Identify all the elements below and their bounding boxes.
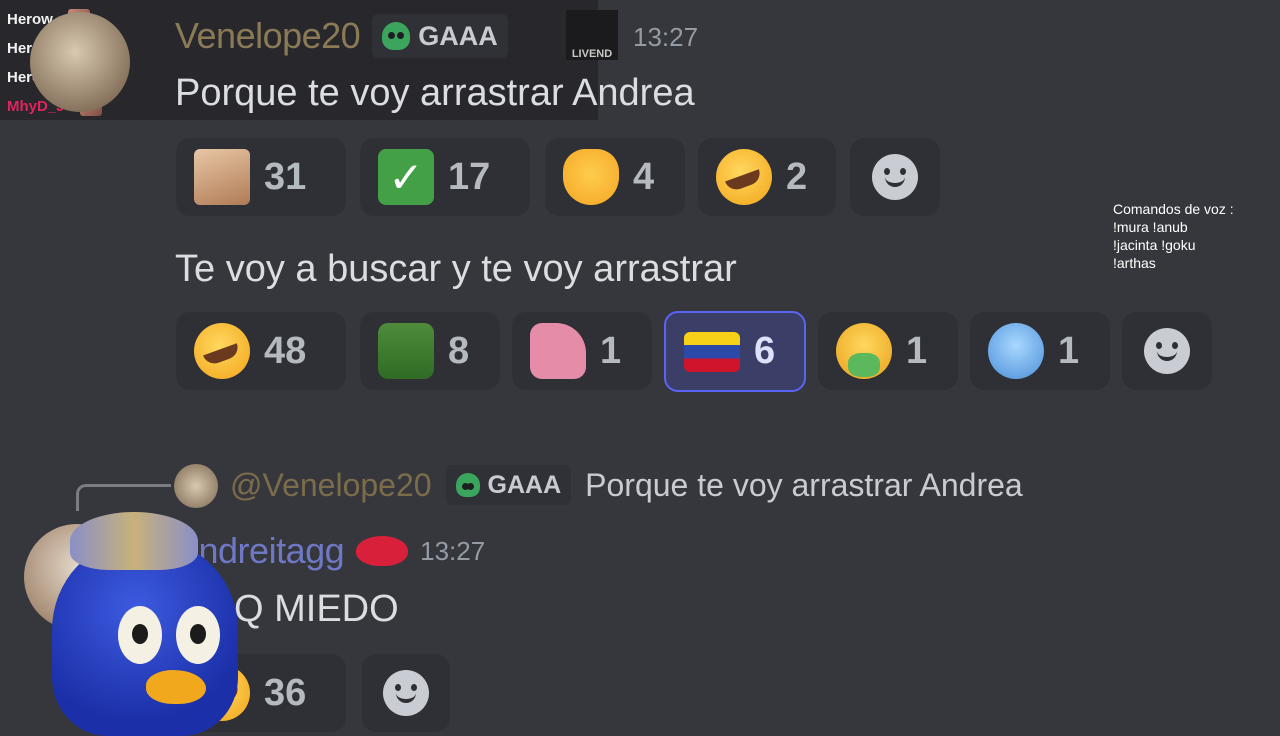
badge-icon: LIVEND [566, 10, 618, 60]
add-reaction-button[interactable] [1122, 312, 1212, 390]
venezuela-flag-icon [684, 331, 740, 372]
rofl-emoji-icon [194, 323, 250, 379]
smiley-icon [872, 154, 918, 200]
reaction-count: 1 [1058, 329, 1080, 372]
message-text: Te voy a buscar y te voy arrastrar [175, 248, 737, 290]
penguin-pupil [132, 624, 148, 644]
reaction-count: 48 [264, 329, 307, 372]
reaction-count: 6 [754, 330, 776, 372]
frog-emoji-icon [378, 323, 434, 379]
vomit-emoji-icon [836, 323, 892, 379]
pig-emoji-icon [530, 323, 586, 379]
cold-face-emoji-icon [988, 323, 1044, 379]
timestamp: 13:27 [420, 535, 486, 566]
smiley-icon [1144, 328, 1190, 374]
reaction-rofl[interactable]: 2 [698, 138, 836, 216]
reaction-count: 1 [600, 329, 622, 372]
server-tag-label: GAAA [487, 470, 562, 499]
message-header: Andreitagg 13:27 [175, 530, 485, 572]
username[interactable]: Venelope20 [175, 15, 361, 57]
penguin-eye [176, 606, 220, 664]
skull-icon [382, 22, 411, 50]
smiley-icon [383, 670, 429, 716]
reaction-count: 31 [264, 155, 307, 198]
rofl-emoji-icon [716, 149, 772, 205]
reply-text: Porque te voy arrastrar Andrea [585, 466, 1023, 503]
reaction-pig[interactable]: 1 [512, 312, 652, 390]
reaction-count: 17 [448, 155, 491, 198]
reaction-count: 4 [633, 155, 655, 198]
kiss-lips-icon [356, 536, 409, 566]
voice-commands-overlay: Comandos de voz : !mura !anub !jacinta !… [1113, 201, 1234, 271]
reaction-count: 8 [448, 329, 470, 372]
check-emoji-icon: ✓ [378, 149, 434, 205]
penguin-beak [146, 670, 206, 704]
reaction-clap[interactable]: 4 [545, 138, 685, 216]
reply-preview[interactable]: @Venelope20 GAAA Porque te voy arrastrar… [230, 465, 1023, 505]
reply-avatar[interactable] [174, 464, 218, 508]
reaction-venezuela-flag[interactable]: 6 [664, 311, 806, 392]
reaction-count: 2 [786, 155, 808, 198]
reply-username[interactable]: @Venelope20 [230, 467, 432, 504]
penguin-eye [118, 606, 162, 664]
reaction-check[interactable]: ✓ 17 [360, 138, 530, 216]
message-header: Venelope20 GAAA [175, 14, 508, 58]
reply-spine [76, 484, 171, 511]
reaction-cold-face[interactable]: 1 [970, 312, 1110, 390]
reaction-count: 1 [906, 329, 928, 372]
badge-label: LIVEND [571, 48, 613, 60]
add-reaction-button[interactable] [362, 654, 450, 732]
server-tag[interactable]: GAAA [445, 465, 572, 505]
penguin-pupil [190, 624, 206, 644]
reaction-count: 36 [264, 671, 307, 714]
reaction-vomit[interactable]: 1 [818, 312, 958, 390]
penguin-hat [70, 512, 198, 570]
skull-icon [455, 473, 480, 497]
server-tag-label: GAAA [418, 20, 498, 51]
timestamp: 13:27 [633, 22, 699, 52]
clap-emoji-icon [563, 149, 619, 205]
cat-emoji-icon [194, 149, 250, 205]
add-reaction-button[interactable] [850, 138, 940, 216]
message-text: Porque te voy arrastrar Andrea [175, 72, 695, 114]
reaction-rofl[interactable]: 48 [176, 312, 346, 390]
avatar[interactable] [30, 12, 130, 112]
reaction-cat[interactable]: 31 [176, 138, 346, 216]
reaction-frog[interactable]: 8 [360, 312, 500, 390]
message-text: Q MIEDO [234, 588, 399, 630]
server-tag[interactable]: GAAA [372, 14, 508, 58]
